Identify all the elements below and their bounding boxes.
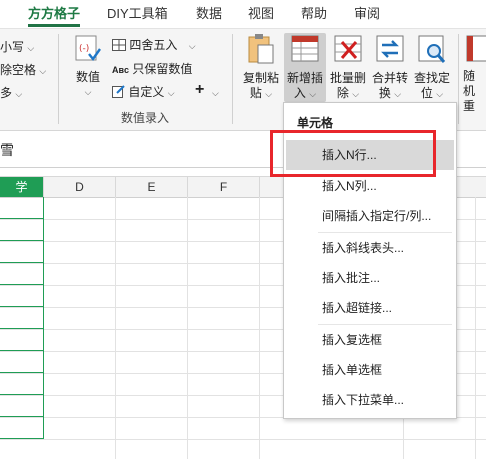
group-divider	[458, 34, 459, 124]
search-icon	[411, 33, 453, 69]
numeric-button[interactable]: (-) 数值 ⌵	[70, 34, 106, 100]
grid-line	[259, 197, 260, 459]
round-icon	[112, 39, 126, 51]
table-cell[interactable]	[0, 417, 44, 439]
table-cell[interactable]	[0, 219, 44, 241]
random-label-2: 重	[463, 99, 476, 113]
insert-new-label-2: 入	[293, 86, 306, 100]
grid-line	[187, 197, 188, 459]
batch-delete-button[interactable]: 批量删 除 ⌵	[327, 33, 369, 102]
insert-new-button[interactable]: 新增插 入 ⌵	[284, 33, 326, 102]
table-cell[interactable]	[0, 395, 44, 417]
table-cell[interactable]	[0, 197, 44, 219]
grid-line	[475, 197, 476, 459]
menu-item-insert-comment[interactable]: 插入批注...	[286, 263, 454, 293]
menu-item-interval-insert[interactable]: 间隔插入指定行/列...	[286, 201, 454, 231]
menu-section-header: 单元格	[297, 116, 334, 130]
random-label: 随机	[463, 69, 476, 98]
trim-spaces-button[interactable]: 除空格 ⌵	[0, 61, 46, 78]
find-locate-label: 查找定	[413, 71, 450, 85]
menu-item-insert-hyperlink[interactable]: 插入超链接...	[286, 293, 454, 323]
merge-convert-label-2: 换	[378, 86, 391, 100]
batch-delete-label-2: 除	[336, 86, 349, 100]
menu-item-insert-checkbox[interactable]: 插入复选框	[286, 325, 454, 355]
column-header-e[interactable]: E	[116, 177, 188, 197]
table-cell[interactable]	[0, 241, 44, 263]
formula-bar-value: 雪	[0, 142, 14, 158]
grid-line	[115, 197, 116, 459]
highlight-annotation-box	[270, 130, 436, 177]
group-divider	[232, 34, 233, 124]
tab-data[interactable]: 数据	[196, 0, 222, 28]
ribbon-tabbar: 方方格子 DIY工具箱 数据 视图 帮助 审阅	[0, 0, 486, 29]
menu-item-insert-diagonal-header[interactable]: 插入斜线表头...	[286, 233, 454, 263]
round-button[interactable]: 四舍五入 ⌵	[112, 36, 196, 53]
merge-convert-label: 合并转	[371, 71, 408, 85]
chevron-down-icon: ⌵	[84, 87, 92, 97]
group-divider	[58, 34, 59, 124]
column-header-c[interactable]: 学	[0, 177, 44, 197]
numeric-icon: (-)	[70, 34, 106, 68]
table-cell[interactable]	[0, 351, 44, 373]
dice-icon	[463, 33, 486, 69]
merge-convert-button[interactable]: 合并转 换 ⌵	[369, 33, 411, 102]
menu-item-insert-radio[interactable]: 插入单选框	[286, 355, 454, 385]
tab-fangfanggezi[interactable]: 方方格子	[28, 0, 81, 28]
batch-delete-label: 批量删	[329, 71, 366, 85]
table-cell[interactable]	[0, 285, 44, 307]
grid-line	[0, 439, 486, 440]
copy-paste-label-2: 贴	[249, 86, 262, 100]
abc-icon: Aʙc	[112, 65, 130, 75]
table-cell[interactable]	[0, 329, 44, 351]
delete-rows-icon	[327, 33, 369, 69]
column-header-d[interactable]: D	[44, 177, 116, 197]
chevron-down-icon: ⌵	[212, 88, 219, 98]
lowercase-button[interactable]: 小写 ⌵	[0, 38, 34, 55]
tab-diy-toolbox[interactable]: DIY工具箱	[107, 0, 168, 28]
keep-value-button[interactable]: Aʙc 只保留数值	[112, 60, 192, 77]
edit-icon	[112, 85, 125, 98]
table-cell[interactable]	[0, 307, 44, 329]
group-label-numeric-entry: 数值录入	[121, 111, 170, 125]
plus-button[interactable]: +	[195, 81, 204, 99]
custom-button[interactable]: 自定义 ⌵	[112, 83, 175, 100]
merge-icon	[369, 33, 411, 69]
numeric-label: 数值	[75, 70, 100, 84]
table-cell[interactable]	[0, 373, 44, 395]
tab-help[interactable]: 帮助	[301, 0, 327, 28]
clipboard-icon	[240, 33, 282, 69]
svg-text:(-): (-)	[79, 44, 89, 54]
tab-view[interactable]: 视图	[248, 0, 274, 28]
copy-paste-label: 复制粘	[242, 71, 279, 85]
find-locate-button[interactable]: 查找定 位 ⌵	[411, 33, 453, 102]
table-cell[interactable]	[0, 263, 44, 285]
find-locate-label-2: 位	[420, 86, 433, 100]
insert-new-label: 新增插	[286, 71, 323, 85]
menu-item-insert-dropdown-list[interactable]: 插入下拉菜单...	[286, 385, 454, 415]
column-header-f[interactable]: F	[188, 177, 260, 197]
insert-rows-icon	[284, 33, 326, 69]
tab-review[interactable]: 审阅	[354, 0, 380, 28]
copy-paste-button[interactable]: 复制粘 贴 ⌵	[240, 33, 282, 102]
more-button[interactable]: 多 ⌵	[0, 84, 22, 101]
random-button[interactable]: 随机 重	[463, 33, 486, 114]
